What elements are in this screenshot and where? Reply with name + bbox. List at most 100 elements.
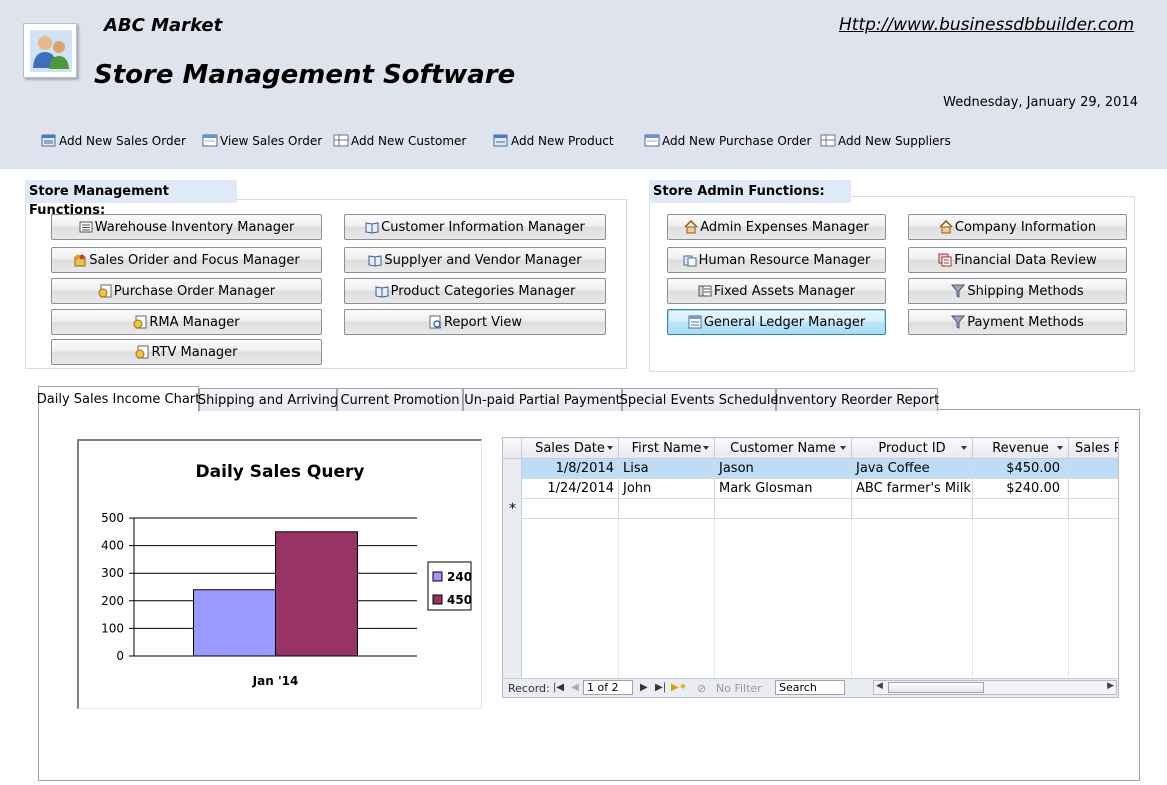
- tab-daily-sales-income-chart[interactable]: Daily Sales Income Chart: [37, 386, 200, 412]
- dropdown-arrow-icon[interactable]: [840, 446, 846, 450]
- website-link[interactable]: Http://www.businessdbbuilder.com: [839, 15, 1134, 35]
- column-header-product-id[interactable]: Product ID: [852, 438, 973, 459]
- company-information-button[interactable]: Company Information: [908, 214, 1127, 240]
- financial-data-button[interactable]: Financial Data Review: [908, 247, 1127, 273]
- general-ledger-button[interactable]: General Ledger Manager: [667, 309, 886, 335]
- filter-icon[interactable]: ⊘: [697, 682, 706, 695]
- select-all-corner[interactable]: [503, 438, 522, 459]
- tab-inventory-reorder[interactable]: Inventory Reorder Report: [775, 388, 939, 411]
- cell-sales-p[interactable]: [1069, 499, 1118, 519]
- horizontal-scrollbar[interactable]: ◀ ▶: [873, 680, 1117, 695]
- y-tick-label: 300: [101, 566, 124, 580]
- scrollbar-thumb[interactable]: [888, 682, 984, 693]
- quick-link-add-purchase-order[interactable]: Add New Purchase Order: [644, 133, 811, 148]
- quick-link-label: Add New Sales Order: [59, 133, 186, 148]
- quick-link-add-suppliers[interactable]: Add New Suppliers: [820, 133, 951, 148]
- cell-sales-p[interactable]: [1069, 459, 1118, 479]
- column-header-revenue[interactable]: Revenue: [973, 438, 1069, 459]
- quick-link-add-sales-order[interactable]: Add New Sales Order: [41, 133, 186, 148]
- dropdown-arrow-icon[interactable]: [1057, 446, 1063, 450]
- customer-information-button[interactable]: Customer Information Manager: [344, 214, 606, 240]
- quick-link-add-product[interactable]: Add New Product: [493, 133, 614, 148]
- filter-status[interactable]: No Filter: [716, 682, 762, 695]
- supplier-vendor-button[interactable]: Supplyer and Vendor Manager: [344, 247, 606, 273]
- cell-first-name[interactable]: [619, 499, 715, 519]
- order-icon: [98, 284, 112, 298]
- last-record-icon[interactable]: ▶|: [655, 682, 666, 693]
- cell-customer-name[interactable]: Jason: [715, 459, 852, 479]
- current-record-field[interactable]: 1 of 2: [583, 680, 633, 695]
- book-icon: [368, 255, 382, 267]
- button-label: Warehouse Inventory Manager: [94, 219, 295, 235]
- dropdown-arrow-icon[interactable]: [961, 446, 967, 450]
- scroll-left-icon[interactable]: ◀: [876, 681, 883, 691]
- tab-shipping-arriving[interactable]: Shipping and Arriving: [198, 388, 338, 411]
- cell-sales-date[interactable]: [522, 499, 619, 519]
- home-icon: [939, 220, 953, 234]
- record-label: Record:: [508, 682, 550, 695]
- column-header-label: Product ID: [878, 440, 946, 456]
- next-record-icon[interactable]: ▶: [640, 682, 648, 693]
- cell-revenue[interactable]: $450.00: [973, 459, 1069, 479]
- button-label: Financial Data Review: [954, 252, 1097, 268]
- column-header-first-name[interactable]: First Name: [619, 438, 715, 459]
- cell-revenue[interactable]: [973, 499, 1069, 519]
- table-row[interactable]: 1/24/2014 John Mark Glosman ABC farmer's…: [522, 479, 1118, 499]
- button-label: Company Information: [954, 219, 1097, 235]
- new-record-icon[interactable]: ▶✶: [671, 682, 687, 693]
- new-record-row[interactable]: [522, 499, 1118, 519]
- admin-functions-title: Store Admin Functions:: [649, 180, 851, 203]
- scroll-right-icon[interactable]: ▶: [1107, 681, 1114, 691]
- fixed-assets-button[interactable]: Fixed Assets Manager: [667, 278, 886, 304]
- button-label: Human Resource Manager: [698, 252, 871, 268]
- quick-links-bar: Add New Sales Order View Sales Order Add…: [0, 133, 1167, 153]
- quick-link-view-sales-order[interactable]: View Sales Order: [202, 133, 322, 148]
- tab-current-promotion[interactable]: Current Promotion: [337, 388, 463, 411]
- record-selector-column[interactable]: [503, 459, 522, 679]
- cell-sales-p[interactable]: [1069, 479, 1118, 499]
- button-label: Customer Information Manager: [381, 219, 585, 235]
- people-icon: [683, 255, 697, 267]
- first-record-icon[interactable]: |◀: [553, 682, 564, 693]
- assets-icon: [698, 285, 712, 297]
- cell-revenue[interactable]: $240.00: [973, 479, 1069, 499]
- inventory-icon: [79, 221, 93, 233]
- y-tick-label: 400: [101, 539, 124, 553]
- cell-customer-name[interactable]: Mark Glosman: [715, 479, 852, 499]
- admin-expenses-button[interactable]: Admin Expenses Manager: [667, 214, 886, 240]
- payment-methods-button[interactable]: Payment Methods: [908, 309, 1127, 335]
- add-customer-icon: [333, 134, 349, 147]
- cell-product-id[interactable]: [852, 499, 973, 519]
- cell-product-id[interactable]: Java Coffee: [852, 459, 973, 479]
- cell-customer-name[interactable]: [715, 499, 852, 519]
- cell-product-id[interactable]: ABC farmer's Milk: [852, 479, 973, 499]
- warehouse-inventory-button[interactable]: Warehouse Inventory Manager: [51, 214, 322, 240]
- column-header-sales-date[interactable]: Sales Date: [522, 438, 619, 459]
- tab-unpaid-partial-payment[interactable]: Un-paid Partial Payment: [463, 388, 622, 411]
- column-header-label: Customer Name: [730, 440, 836, 456]
- shipping-methods-button[interactable]: Shipping Methods: [908, 278, 1127, 304]
- cell-sales-date[interactable]: 1/24/2014: [522, 479, 619, 499]
- rtv-manager-button[interactable]: RTV Manager: [51, 339, 322, 365]
- search-input[interactable]: Search: [775, 680, 845, 695]
- tab-special-events[interactable]: Special Events Schedule: [620, 388, 778, 411]
- dropdown-arrow-icon[interactable]: [607, 446, 613, 450]
- button-label: Product Categories Manager: [390, 283, 576, 299]
- quick-link-add-customer[interactable]: Add New Customer: [333, 133, 466, 148]
- cell-first-name[interactable]: John: [619, 479, 715, 499]
- table-row[interactable]: 1/8/2014 Lisa Jason Java Coffee $450.00: [522, 459, 1118, 479]
- button-label: RTV Manager: [151, 344, 238, 360]
- column-header-sales-p[interactable]: Sales P: [1069, 438, 1118, 459]
- purchase-order-button[interactable]: Purchase Order Manager: [51, 278, 322, 304]
- column-header-customer-name[interactable]: Customer Name: [715, 438, 852, 459]
- cell-first-name[interactable]: Lisa: [619, 459, 715, 479]
- report-view-button[interactable]: Report View: [344, 309, 606, 335]
- cell-sales-date[interactable]: 1/8/2014: [522, 459, 619, 479]
- product-categories-button[interactable]: Product Categories Manager: [344, 278, 606, 304]
- dropdown-arrow-icon[interactable]: [703, 446, 709, 450]
- funnel-icon: [951, 284, 966, 298]
- human-resource-button[interactable]: Human Resource Manager: [667, 247, 886, 273]
- rma-manager-button[interactable]: RMA Manager: [51, 309, 322, 335]
- sales-order-focus-button[interactable]: Sales Orider and Focus Manager: [51, 247, 322, 273]
- previous-record-icon[interactable]: ◀: [571, 682, 579, 693]
